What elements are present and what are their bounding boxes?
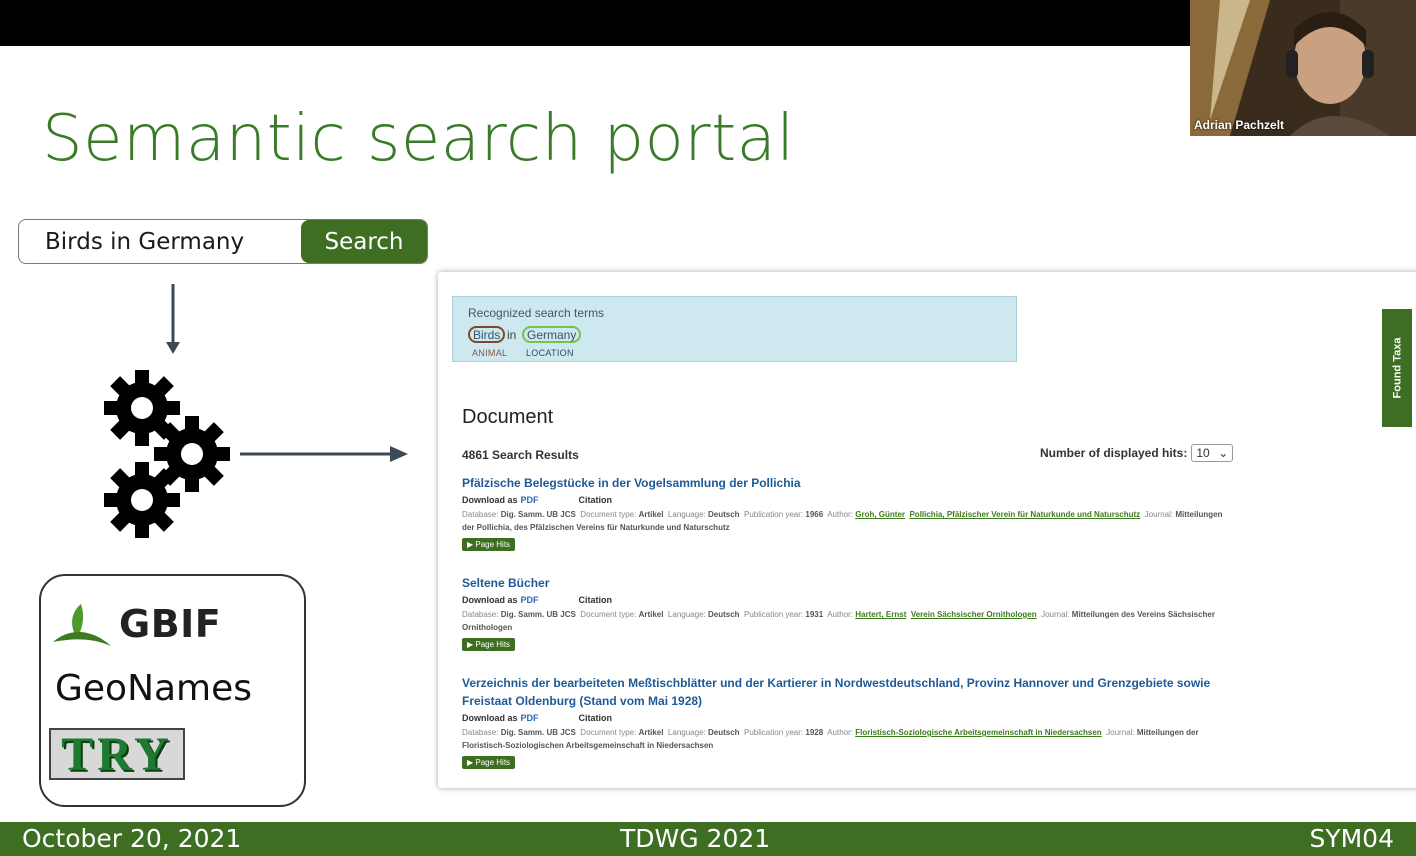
found-taxa-label: Found Taxa bbox=[1391, 337, 1404, 399]
footer-session: SYM04 bbox=[1309, 824, 1394, 853]
geonames-logo: GeoNames bbox=[55, 668, 252, 709]
section-title: Document bbox=[462, 406, 554, 428]
result-count: 4861 Search Results bbox=[462, 448, 579, 462]
arrow-right-icon bbox=[240, 446, 408, 462]
hits-value: 10 bbox=[1196, 446, 1210, 460]
result-title[interactable]: Verzeichnis der bearbeiteten Meßtischblä… bbox=[462, 674, 1232, 710]
author-link[interactable]: Hartert, Ernst bbox=[855, 610, 906, 619]
download-label: Download as bbox=[462, 713, 518, 723]
search-mockup: Birds in Germany Search bbox=[18, 219, 428, 264]
pdf-link[interactable]: PDF bbox=[521, 495, 539, 505]
result-title[interactable]: Pfälzische Belegstücke in der Vogelsamml… bbox=[462, 474, 1232, 492]
download-row: Download as PDF Citation bbox=[462, 713, 1232, 723]
page-hits-button[interactable]: ▶ Page Hits bbox=[462, 638, 516, 651]
gears-icon bbox=[104, 370, 230, 538]
download-row: Download as PDF Citation bbox=[462, 495, 1232, 505]
pdf-link[interactable]: PDF bbox=[521, 713, 539, 723]
result-meta: Database: Dig. Samm. UB JCS Document typ… bbox=[462, 610, 1215, 632]
gbif-logo: GBIF bbox=[51, 598, 221, 650]
term-location[interactable]: Germany bbox=[522, 326, 582, 343]
term-animal[interactable]: Birds bbox=[468, 326, 506, 343]
pdf-link[interactable]: PDF bbox=[521, 595, 539, 605]
result-title[interactable]: Seltene Bücher bbox=[462, 574, 1232, 592]
hits-select[interactable]: 10 ⌄ bbox=[1191, 444, 1234, 462]
gbif-text: GBIF bbox=[119, 602, 222, 646]
publisher-link[interactable]: Verein Sächsischer Ornithologen bbox=[911, 610, 1037, 619]
download-label: Download as bbox=[462, 595, 518, 605]
webcam-video: Adrian Pachzelt bbox=[1190, 0, 1416, 136]
citation-link[interactable]: Citation bbox=[579, 713, 613, 723]
tag-animal: ANIMAL bbox=[472, 348, 508, 358]
citation-link[interactable]: Citation bbox=[579, 595, 613, 605]
download-row: Download as PDF Citation bbox=[462, 595, 1232, 605]
result-item: Pfälzische Belegstücke in der Vogelsamml… bbox=[462, 474, 1232, 552]
data-sources-box: GBIF GeoNames TRY bbox=[39, 574, 306, 807]
search-query: Birds in Germany bbox=[45, 228, 245, 255]
chevron-down-icon: ⌄ bbox=[1218, 446, 1229, 460]
term-connector: in bbox=[507, 328, 517, 342]
try-logo: TRY bbox=[49, 728, 185, 781]
publisher-link[interactable]: Pollichia, Pfälzischer Verein für Naturk… bbox=[909, 510, 1140, 519]
result-item: Verzeichnis der bearbeiteten Meßtischblä… bbox=[462, 674, 1232, 770]
author-link[interactable]: Groh, Günter bbox=[855, 510, 905, 519]
tag-location: LOCATION bbox=[526, 348, 574, 358]
portal-screenshot: Recognized search terms Birds in Germany… bbox=[438, 272, 1416, 788]
arrow-down-icon bbox=[166, 284, 180, 354]
presenter-video-icon bbox=[1190, 0, 1416, 136]
search-button: Search bbox=[301, 220, 427, 263]
presentation-slide: Semantic search portal Birds in Germany … bbox=[0, 46, 1416, 822]
result-item: Seltene Bücher Download as PDF Citation … bbox=[462, 574, 1232, 652]
result-meta: Database: Dig. Samm. UB JCS Document typ… bbox=[462, 728, 1199, 750]
result-meta: Database: Dig. Samm. UB JCS Document typ… bbox=[462, 510, 1223, 532]
hits-control: Number of displayed hits: 10 ⌄ bbox=[1040, 444, 1234, 462]
recognized-terms-panel: Recognized search terms Birds in Germany… bbox=[452, 296, 1017, 362]
geonames-text: GeoNames bbox=[55, 668, 253, 709]
presenter-name: Adrian Pachzelt bbox=[1194, 118, 1285, 132]
hits-label: Number of displayed hits: bbox=[1040, 446, 1188, 460]
recognized-terms-title: Recognized search terms bbox=[468, 306, 605, 320]
gbif-leaf-icon bbox=[53, 604, 111, 646]
citation-link[interactable]: Citation bbox=[579, 495, 613, 505]
found-taxa-tab[interactable]: Found Taxa bbox=[1382, 309, 1412, 427]
slide-title: Semantic search portal bbox=[42, 102, 795, 176]
footer-event: TDWG 2021 bbox=[620, 824, 771, 853]
author-link[interactable]: Floristisch-Soziologische Arbeitsgemeins… bbox=[855, 728, 1101, 737]
page-hits-button[interactable]: ▶ Page Hits bbox=[462, 538, 516, 551]
download-label: Download as bbox=[462, 495, 518, 505]
footer-date: October 20, 2021 bbox=[22, 824, 242, 853]
slide-footer: October 20, 2021 TDWG 2021 SYM04 bbox=[0, 822, 1416, 856]
page-hits-button[interactable]: ▶ Page Hits bbox=[462, 756, 516, 769]
